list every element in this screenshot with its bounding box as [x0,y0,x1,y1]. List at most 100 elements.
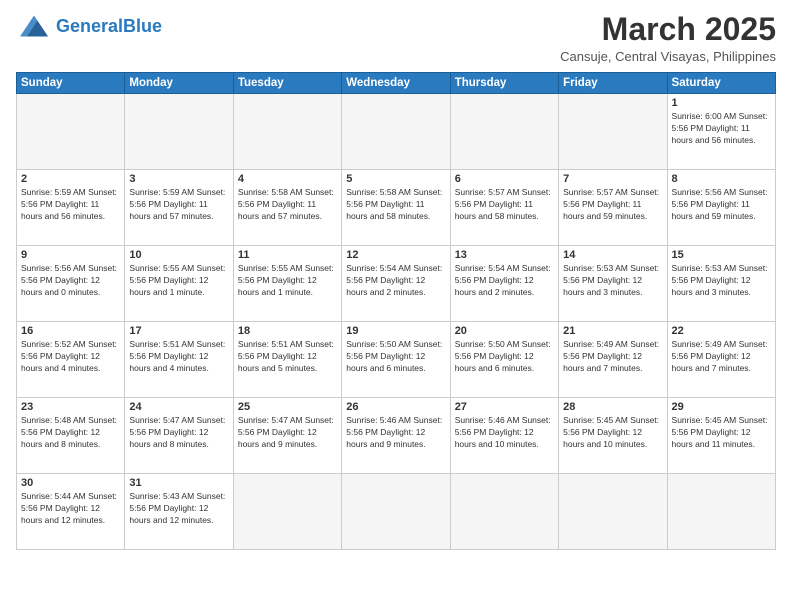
day-number: 18 [238,325,337,337]
day-number: 30 [21,477,120,489]
calendar-week-5: 23Sunrise: 5:48 AM Sunset: 5:56 PM Dayli… [17,398,776,474]
calendar-cell: 24 Sunrise: 5:47 AM Sunset: 5:56 PM Dayli… [125,398,233,474]
day-info: Sunrise: 5:50 AM Sunset: 5:56 PM Dayligh… [455,339,554,375]
calendar-cell: 5 Sunrise: 5:58 AM Sunset: 5:56 PM Daylig… [342,170,450,246]
day-number: 7 [563,173,662,185]
calendar-cell: 18 Sunrise: 5:51 AM Sunset: 5:56 PM Dayli… [233,322,341,398]
day-info: Sunrise: 5:54 AM Sunset: 5:56 PM Dayligh… [455,263,554,299]
calendar-cell: 20 Sunrise: 5:50 AM Sunset: 5:56 PM Dayli… [450,322,558,398]
day-info: Sunrise: 5:57 AM Sunset: 5:56 PM Dayligh… [563,187,662,223]
day-number: 12 [346,249,445,261]
calendar-cell [559,94,667,170]
day-info: Sunrise: 5:56 AM Sunset: 5:56 PM Dayligh… [21,263,120,299]
day-number: 23 [21,401,120,413]
calendar-cell: 6 Sunrise: 5:57 AM Sunset: 5:56 PM Daylig… [450,170,558,246]
day-number: 28 [563,401,662,413]
calendar-cell [559,474,667,550]
day-number: 17 [129,325,228,337]
calendar-cell [125,94,233,170]
day-info: Sunrise: 5:49 AM Sunset: 5:56 PM Dayligh… [563,339,662,375]
day-number: 11 [238,249,337,261]
day-info: Sunrise: 5:46 AM Sunset: 5:56 PM Dayligh… [346,415,445,451]
calendar-cell: 28 Sunrise: 5:45 AM Sunset: 5:56 PM Dayli… [559,398,667,474]
calendar-cell [233,94,341,170]
day-info: Sunrise: 5:58 AM Sunset: 5:56 PM Dayligh… [238,187,337,223]
header: GeneralBlue March 2025 Cansuje, Central … [16,12,776,64]
calendar-cell [342,94,450,170]
calendar-cell: 17 Sunrise: 5:51 AM Sunset: 5:56 PM Dayli… [125,322,233,398]
weekday-tuesday: Tuesday [233,73,341,94]
weekday-thursday: Thursday [450,73,558,94]
weekday-friday: Friday [559,73,667,94]
calendar-cell: 3Sunrise: 5:59 AM Sunset: 5:56 PM Daylig… [125,170,233,246]
day-number: 19 [346,325,445,337]
day-number: 2 [21,173,120,185]
day-number: 4 [238,173,337,185]
day-info: Sunrise: 5:56 AM Sunset: 5:56 PM Dayligh… [672,187,771,223]
calendar-cell: 27Sunrise: 5:46 AM Sunset: 5:56 PM Dayli… [450,398,558,474]
month-title: March 2025 [560,12,776,47]
day-info: Sunrise: 5:45 AM Sunset: 5:56 PM Dayligh… [672,415,771,451]
day-info: Sunrise: 5:52 AM Sunset: 5:56 PM Dayligh… [21,339,120,375]
day-number: 9 [21,249,120,261]
calendar-cell: 14Sunrise: 5:53 AM Sunset: 5:56 PM Dayli… [559,246,667,322]
day-number: 25 [238,401,337,413]
logo: GeneralBlue [16,12,162,40]
day-info: Sunrise: 5:49 AM Sunset: 5:56 PM Dayligh… [672,339,771,375]
calendar-page: GeneralBlue March 2025 Cansuje, Central … [0,0,792,612]
day-number: 15 [672,249,771,261]
calendar-week-4: 16Sunrise: 5:52 AM Sunset: 5:56 PM Dayli… [17,322,776,398]
day-number: 29 [672,401,771,413]
day-info: Sunrise: 5:51 AM Sunset: 5:56 PM Dayligh… [129,339,228,375]
calendar-cell: 2 Sunrise: 5:59 AM Sunset: 5:56 PM Daylig… [17,170,125,246]
calendar-cell: 10Sunrise: 5:55 AM Sunset: 5:56 PM Dayli… [125,246,233,322]
day-info: Sunrise: 5:54 AM Sunset: 5:56 PM Dayligh… [346,263,445,299]
day-info: Sunrise: 5:59 AM Sunset: 5:56 PM Dayligh… [21,187,120,223]
day-number: 24 [129,401,228,413]
day-info: Sunrise: 5:51 AM Sunset: 5:56 PM Dayligh… [238,339,337,375]
calendar-week-1: 1Sunrise: 6:00 AM Sunset: 5:56 PM Daylig… [17,94,776,170]
calendar-cell: 25Sunrise: 5:47 AM Sunset: 5:56 PM Dayli… [233,398,341,474]
weekday-wednesday: Wednesday [342,73,450,94]
day-info: Sunrise: 5:43 AM Sunset: 5:56 PM Dayligh… [129,491,228,527]
day-info: Sunrise: 5:53 AM Sunset: 5:56 PM Dayligh… [563,263,662,299]
day-info: Sunrise: 6:00 AM Sunset: 5:56 PM Dayligh… [672,111,771,147]
calendar-cell: 21 Sunrise: 5:49 AM Sunset: 5:56 PM Dayli… [559,322,667,398]
calendar-cell: 23Sunrise: 5:48 AM Sunset: 5:56 PM Dayli… [17,398,125,474]
day-info: Sunrise: 5:47 AM Sunset: 5:56 PM Dayligh… [129,415,228,451]
calendar-cell: 12 Sunrise: 5:54 AM Sunset: 5:56 PM Dayli… [342,246,450,322]
day-info: Sunrise: 5:55 AM Sunset: 5:56 PM Dayligh… [129,263,228,299]
day-info: Sunrise: 5:53 AM Sunset: 5:56 PM Dayligh… [672,263,771,299]
day-info: Sunrise: 5:57 AM Sunset: 5:56 PM Dayligh… [455,187,554,223]
calendar-week-6: 30Sunrise: 5:44 AM Sunset: 5:56 PM Dayli… [17,474,776,550]
calendar-cell [667,474,775,550]
calendar-cell [450,474,558,550]
calendar-cell: 11 Sunrise: 5:55 AM Sunset: 5:56 PM Dayli… [233,246,341,322]
calendar-header: SundayMondayTuesdayWednesdayThursdayFrid… [17,73,776,94]
day-number: 6 [455,173,554,185]
calendar-cell: 16Sunrise: 5:52 AM Sunset: 5:56 PM Dayli… [17,322,125,398]
calendar-body: 1Sunrise: 6:00 AM Sunset: 5:56 PM Daylig… [17,94,776,550]
day-info: Sunrise: 5:59 AM Sunset: 5:56 PM Dayligh… [129,187,228,223]
calendar-cell [233,474,341,550]
calendar-cell: 1Sunrise: 6:00 AM Sunset: 5:56 PM Daylig… [667,94,775,170]
calendar-cell: 13Sunrise: 5:54 AM Sunset: 5:56 PM Dayli… [450,246,558,322]
calendar-cell: 7 Sunrise: 5:57 AM Sunset: 5:56 PM Daylig… [559,170,667,246]
day-info: Sunrise: 5:45 AM Sunset: 5:56 PM Dayligh… [563,415,662,451]
calendar-week-2: 2 Sunrise: 5:59 AM Sunset: 5:56 PM Daylig… [17,170,776,246]
calendar-cell: 30Sunrise: 5:44 AM Sunset: 5:56 PM Dayli… [17,474,125,550]
title-block: March 2025 Cansuje, Central Visayas, Phi… [560,12,776,64]
day-info: Sunrise: 5:55 AM Sunset: 5:56 PM Dayligh… [238,263,337,299]
calendar-cell [17,94,125,170]
calendar-cell: 8Sunrise: 5:56 AM Sunset: 5:56 PM Daylig… [667,170,775,246]
day-info: Sunrise: 5:50 AM Sunset: 5:56 PM Dayligh… [346,339,445,375]
day-number: 21 [563,325,662,337]
day-number: 20 [455,325,554,337]
calendar-cell [342,474,450,550]
weekday-monday: Monday [125,73,233,94]
day-number: 5 [346,173,445,185]
calendar-cell: 19 Sunrise: 5:50 AM Sunset: 5:56 PM Dayli… [342,322,450,398]
day-number: 27 [455,401,554,413]
day-info: Sunrise: 5:58 AM Sunset: 5:56 PM Dayligh… [346,187,445,223]
day-number: 31 [129,477,228,489]
